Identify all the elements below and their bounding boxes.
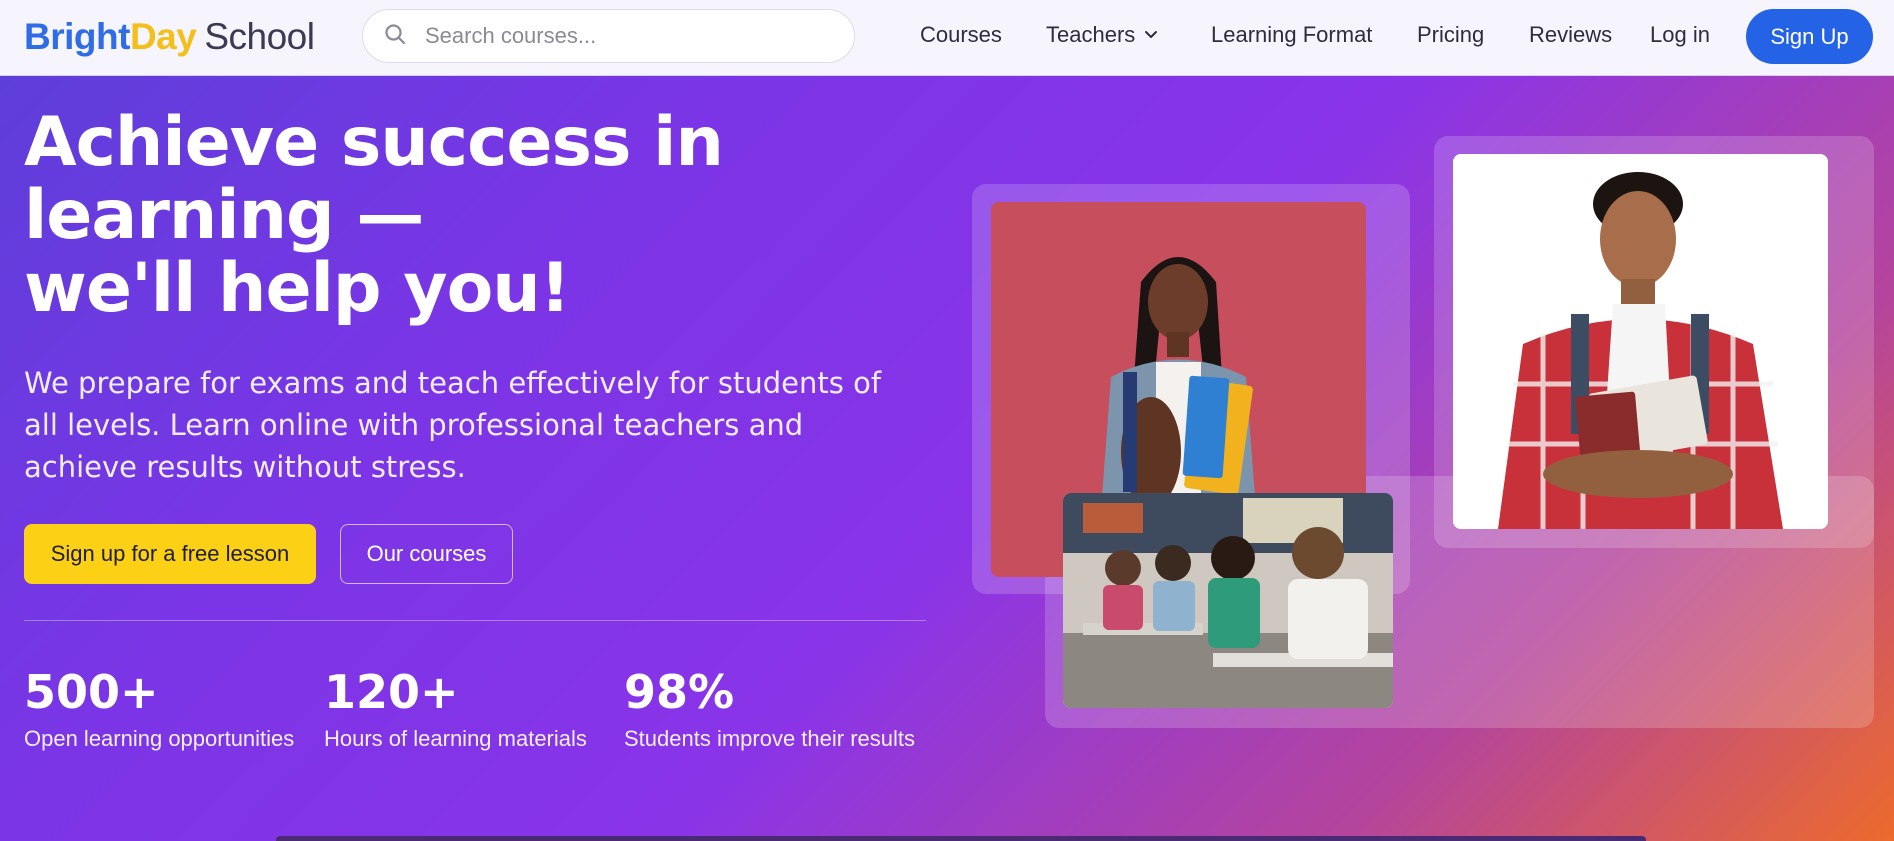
nav-courses[interactable]: Courses [920, 22, 1002, 48]
search-icon [383, 22, 407, 51]
hero-title-line-1: Achieve success in [24, 103, 724, 182]
hero-description: We prepare for exams and teach effective… [24, 366, 882, 484]
nav-teachers[interactable]: Teachers [1046, 22, 1159, 48]
section-edge [276, 836, 1646, 841]
stat-label: Students improve their results [624, 726, 916, 751]
hero-title-line-2: learning — [24, 176, 424, 255]
stat-improvement: 98% Students improve their results [624, 666, 915, 752]
nav-pricing[interactable]: Pricing [1417, 22, 1484, 48]
student-boy-image [1453, 154, 1828, 529]
hero-title: Achieve success in learning — we'll help… [24, 106, 924, 325]
nav-login[interactable]: Log in [1650, 22, 1710, 48]
brand-logo-school: School [204, 16, 315, 57]
hero-divider [24, 620, 926, 621]
stat-value: 500+ [24, 665, 159, 719]
nav-reviews[interactable]: Reviews [1529, 22, 1612, 48]
signup-button[interactable]: Sign Up [1746, 9, 1873, 64]
classroom-image [1063, 493, 1393, 708]
stat-opportunities: 500+ Open learning opportunities [24, 666, 294, 752]
brand-logo-bright: Bright [24, 16, 130, 57]
brand-logo-day: Day [129, 16, 197, 57]
hero-title-line-3: we'll help you! [24, 249, 571, 328]
stat-label: Hours of learning materials [324, 726, 587, 751]
stat-hours: 120+ Hours of learning materials [324, 666, 587, 752]
our-courses-button[interactable]: Our courses [340, 524, 513, 584]
stat-value: 120+ [324, 665, 459, 719]
stat-value: 98% [624, 665, 735, 719]
free-lesson-button[interactable]: Sign up for a free lesson [24, 524, 316, 584]
stat-label: Open learning opportunities [24, 726, 295, 751]
top-navbar: BrightDaySchool Courses Teachers Learnin… [0, 0, 1894, 76]
search-box[interactable] [362, 9, 855, 63]
brand-logo[interactable]: Bright Day School [24, 16, 315, 58]
chevron-down-icon [1135, 22, 1159, 48]
search-input[interactable] [425, 23, 805, 49]
nav-learning-format[interactable]: Learning Format [1211, 22, 1372, 48]
nav-teachers-label: Teachers [1046, 22, 1136, 47]
